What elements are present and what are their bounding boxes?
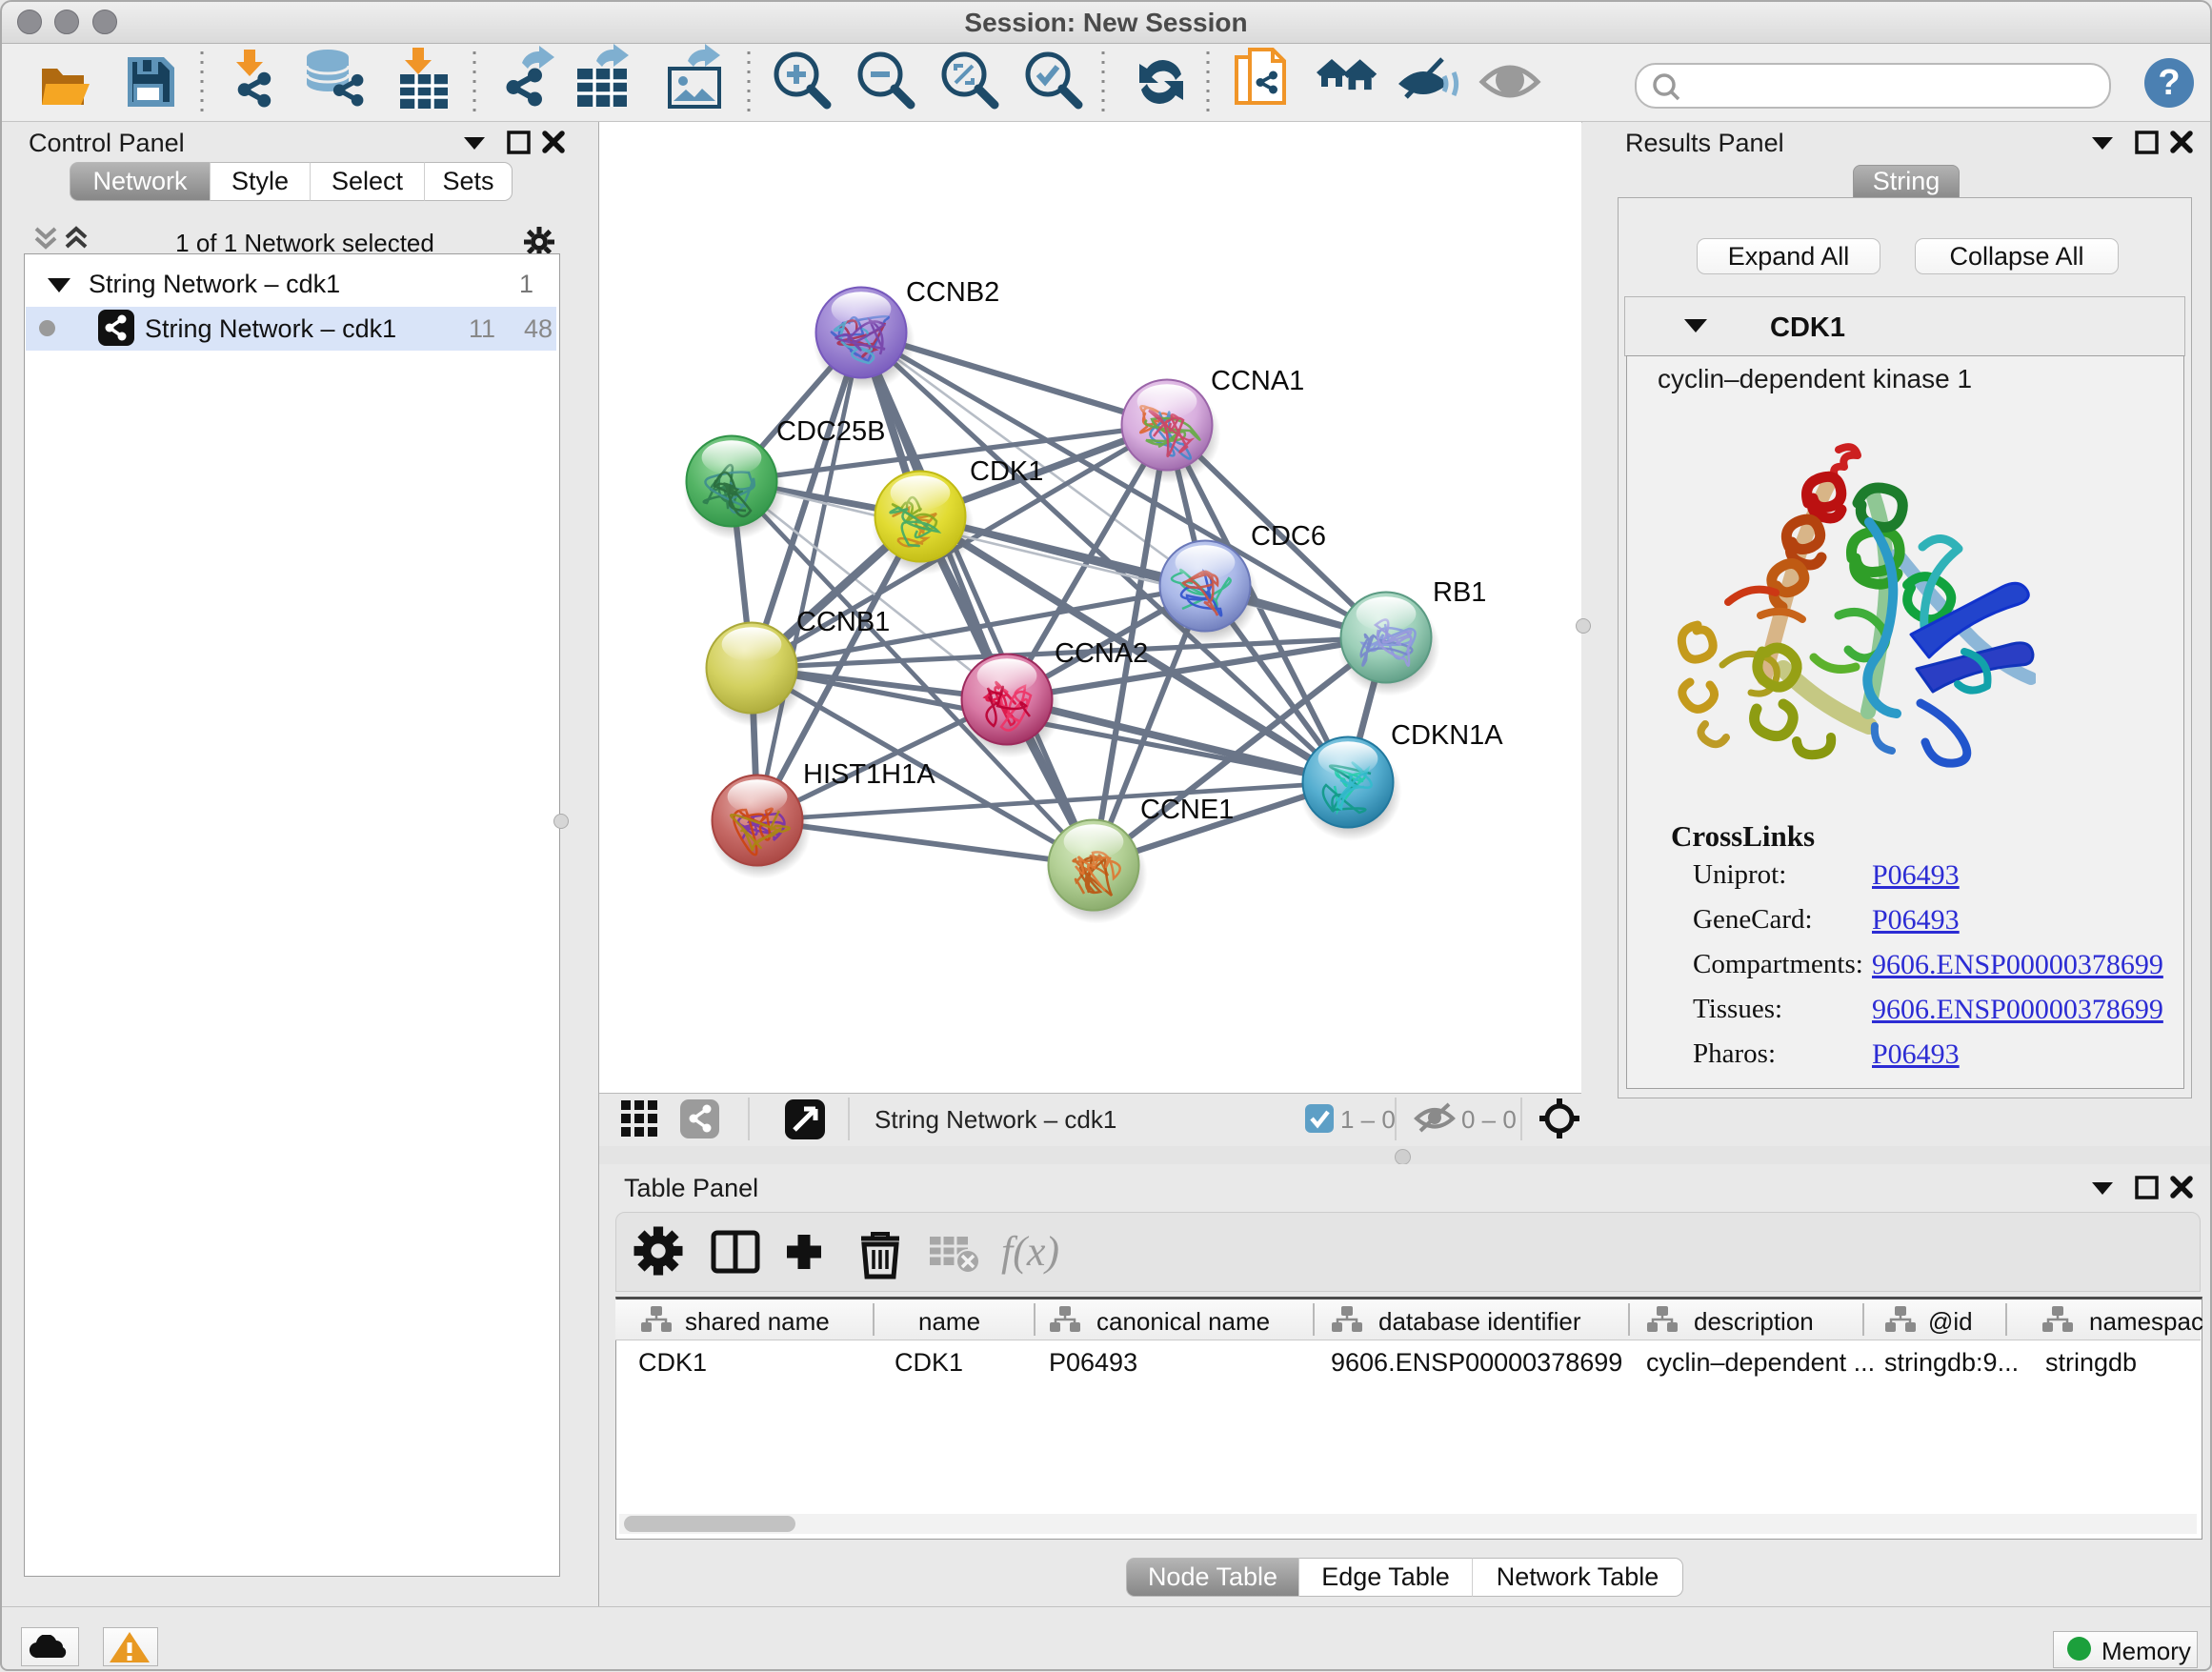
svg-text:CDKN1A: CDKN1A: [1391, 720, 1503, 751]
svg-text:CDK1: CDK1: [970, 456, 1043, 487]
svg-text:CDC25B: CDC25B: [776, 416, 885, 447]
svg-text:String Network – cdk1: String Network – cdk1: [875, 1105, 1116, 1134]
svg-text:CCNE1: CCNE1: [1140, 795, 1234, 825]
svg-text:CCNB2: CCNB2: [906, 277, 999, 308]
svg-text:CCNB1: CCNB1: [796, 607, 890, 637]
svg-text:HIST1H1A: HIST1H1A: [803, 759, 935, 790]
svg-text:RB1: RB1: [1433, 577, 1486, 608]
svg-text:CDC6: CDC6: [1251, 521, 1326, 552]
svg-text:0 – 0: 0 – 0: [1461, 1105, 1517, 1134]
svg-text:?: ?: [2158, 63, 2180, 103]
svg-text:f(x): f(x): [1001, 1228, 1059, 1275]
svg-text:CCNA1: CCNA1: [1211, 366, 1304, 396]
svg-text:CCNA2: CCNA2: [1055, 638, 1148, 669]
svg-text:1 – 0: 1 – 0: [1340, 1105, 1396, 1134]
